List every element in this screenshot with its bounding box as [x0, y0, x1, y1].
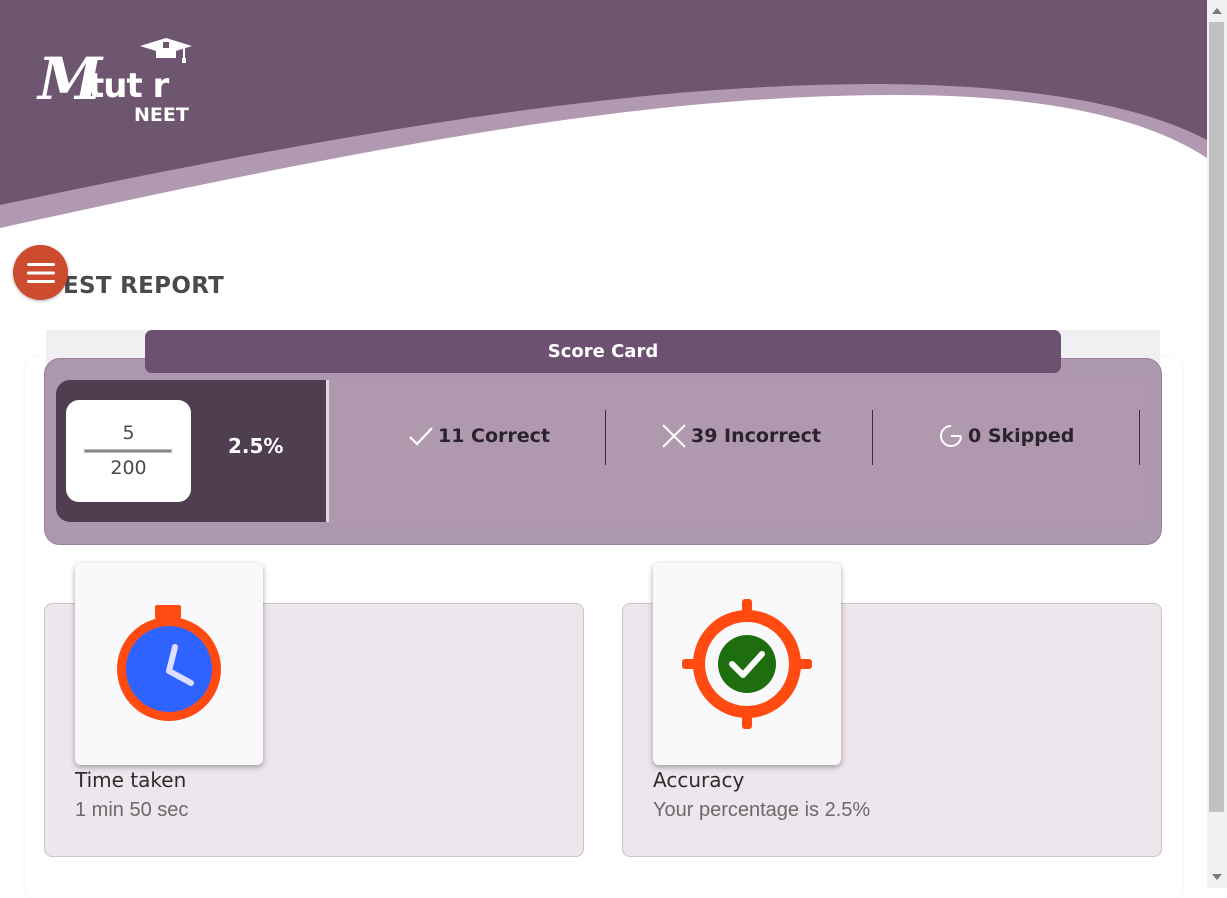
check-icon — [409, 427, 433, 446]
mtutor-neet-logo[interactable]: M tut r NEET — [38, 36, 198, 128]
stat-incorrect: 39 Incorrect — [661, 424, 821, 448]
accuracy-icon-tile — [653, 563, 841, 765]
scrollbar-thumb[interactable] — [1209, 22, 1224, 812]
time-taken-icon-tile — [75, 563, 263, 765]
logo-neet: NEET — [134, 104, 189, 126]
target-check-icon — [682, 599, 812, 729]
fraction-divider — [84, 449, 172, 453]
stat-correct: 11 Correct — [408, 424, 550, 448]
graduation-cap-icon — [140, 38, 192, 63]
cross-icon — [662, 424, 686, 448]
page-title: TEST REPORT — [47, 273, 225, 299]
time-taken-title: Time taken — [75, 768, 187, 792]
stat-divider — [605, 410, 606, 465]
stopwatch-icon — [117, 605, 221, 721]
accuracy-title: Accuracy — [653, 768, 745, 792]
scroll-down-arrow-icon[interactable] — [1212, 874, 1222, 880]
hamburger-menu-icon — [26, 262, 55, 283]
score-obtained: 5 — [122, 422, 135, 444]
menu-button[interactable] — [13, 245, 68, 300]
score-card-tab: Score Card — [145, 330, 1061, 373]
accuracy-value: Your percentage is 2.5% — [653, 799, 871, 821]
score-fraction: 5 200 — [66, 400, 191, 502]
score-percentage: 2.5% — [228, 434, 284, 458]
score-summary: 5 200 2.5% — [56, 380, 329, 522]
score-card-body: 5 200 2.5% 11 Correct 39 Incorrect 0 Ski… — [56, 380, 1150, 522]
stat-skipped: 0 Skipped — [938, 424, 1074, 448]
stat-divider — [872, 410, 873, 465]
stat-correct-label: 11 Correct — [438, 425, 551, 447]
time-taken-value: 1 min 50 sec — [75, 799, 189, 821]
scroll-up-arrow-icon[interactable] — [1212, 8, 1222, 14]
stat-skipped-label: 0 Skipped — [968, 425, 1075, 447]
skip-icon — [940, 425, 962, 447]
score-total: 200 — [110, 457, 147, 479]
stat-incorrect-label: 39 Incorrect — [691, 425, 821, 447]
logo-tutor: tut r — [88, 66, 169, 106]
stat-divider — [1139, 410, 1140, 465]
